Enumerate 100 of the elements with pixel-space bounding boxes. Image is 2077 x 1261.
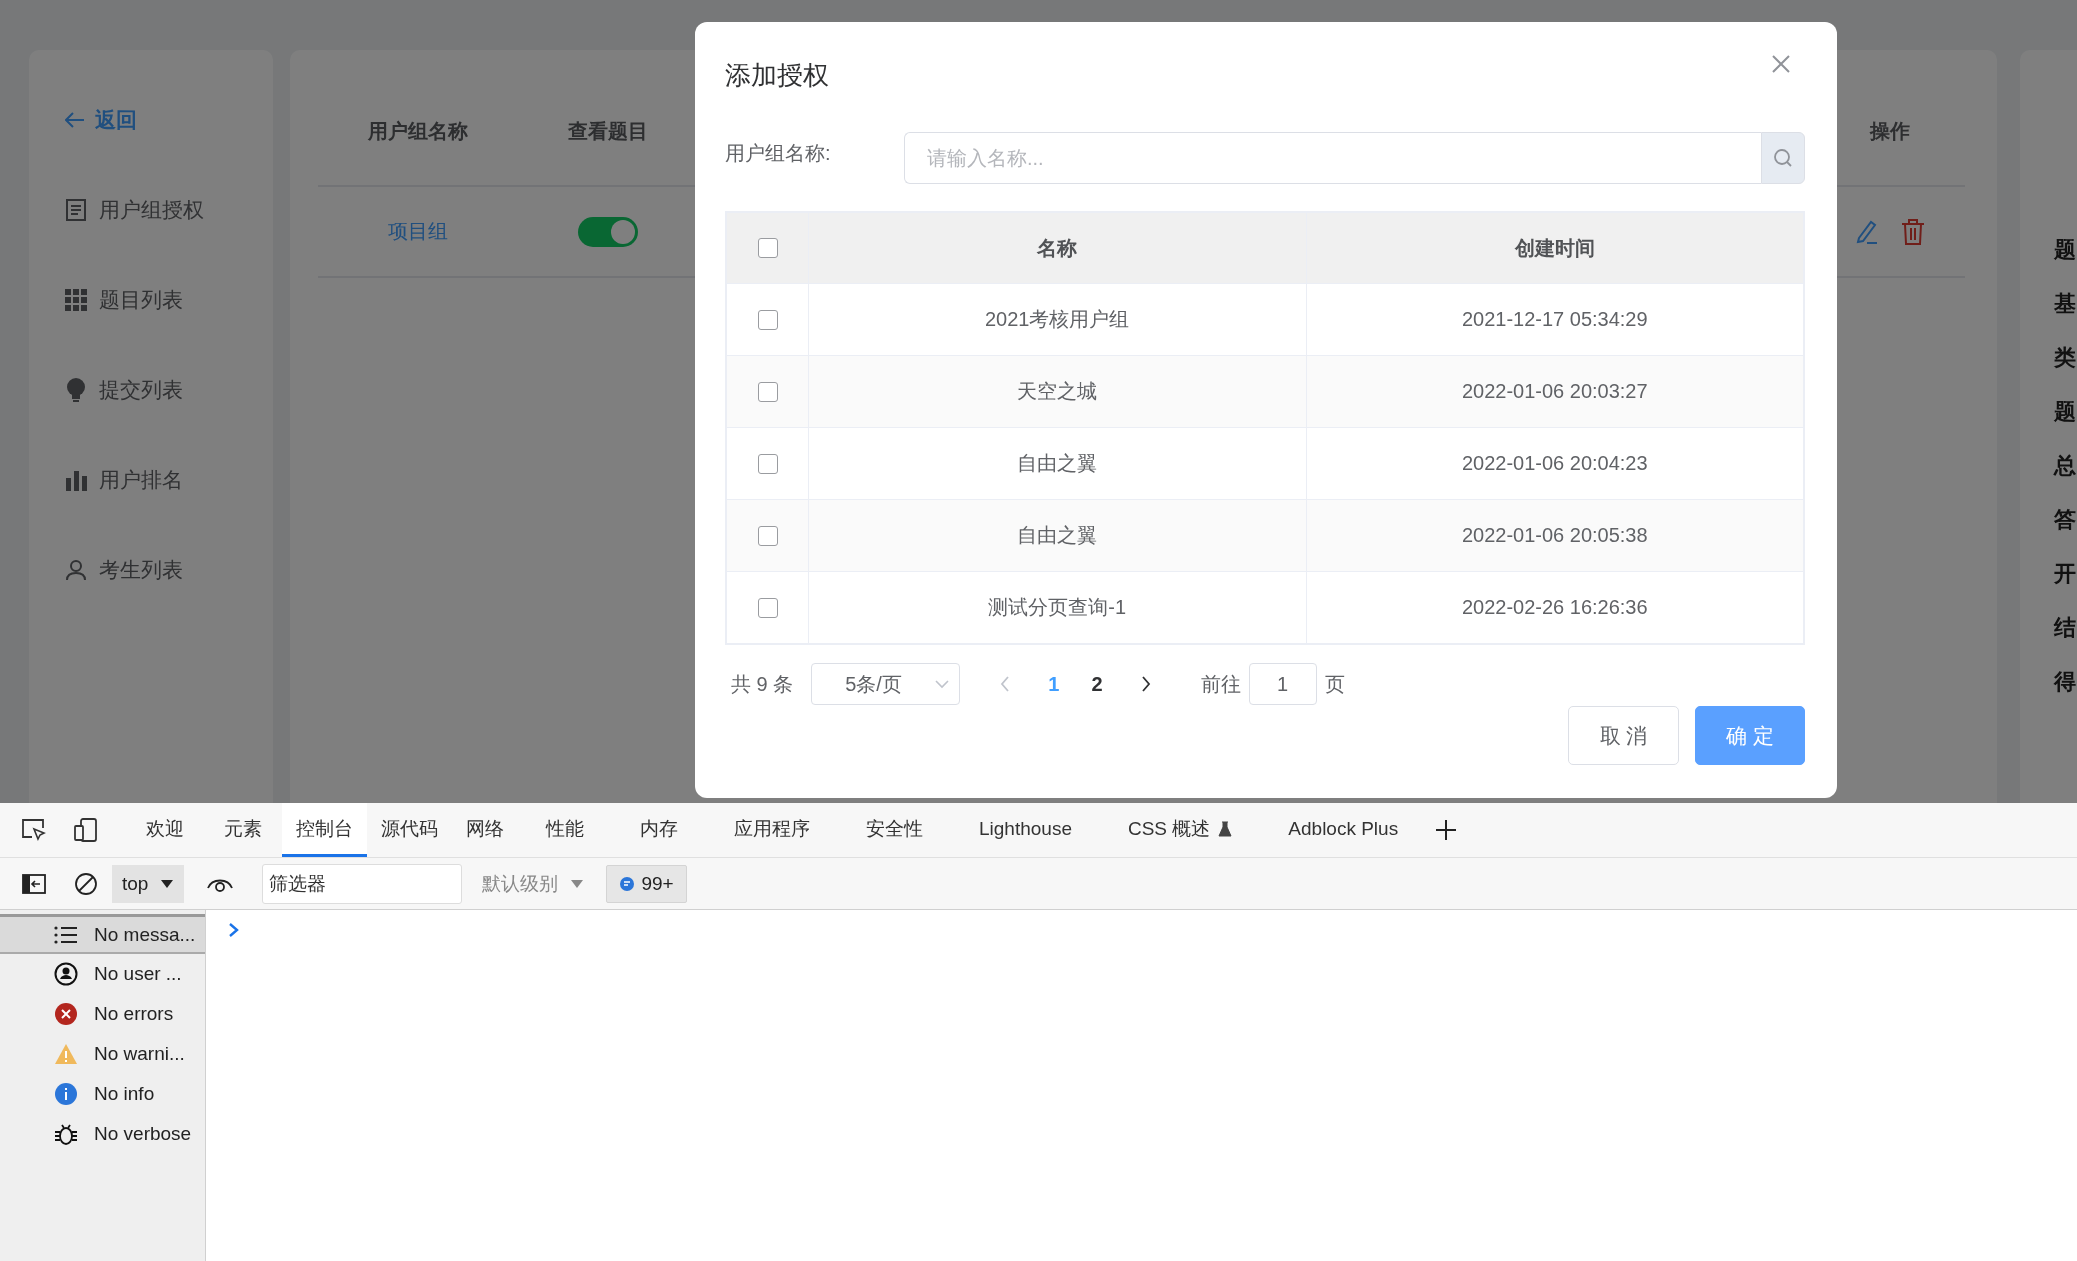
page-size-select[interactable]: 5条/页 (811, 663, 961, 705)
arrow-left-icon (65, 112, 85, 128)
total-count: 共 9 条 (731, 671, 794, 697)
table-cell-text: 2021考核用户组 (985, 307, 1130, 332)
devtools-tab[interactable]: Lighthouse (951, 803, 1100, 857)
grid-icon (65, 289, 87, 311)
column-header: 名称 (1037, 235, 1078, 261)
plus-drawing (1435, 819, 1458, 841)
devtools-tab[interactable]: 网络 (452, 803, 518, 857)
console-filter-item[interactable]: No warni... (0, 1034, 205, 1074)
table-cell: 2022-02-26 16:26:36 (1461, 596, 1648, 619)
page-number[interactable]: 2 (1091, 672, 1103, 696)
warning-icon (54, 1043, 78, 1065)
devtools-tab[interactable]: CSS 概述 (1099, 803, 1261, 857)
search-field[interactable]: 请输入名称... (904, 132, 1761, 184)
detail-label: 得 (2054, 670, 2077, 694)
goto-suffix: 页 (1324, 671, 1345, 697)
checkbox[interactable] (757, 238, 778, 258)
table-cell-text: 自由之翼 (1017, 451, 1098, 476)
devtools-tab[interactable]: 安全性 (838, 803, 951, 857)
console-filter-item[interactable]: No info (0, 1074, 205, 1114)
lightbulb-icon (65, 378, 87, 402)
caret-icon (160, 878, 175, 889)
console-filter-item[interactable]: No messa... (0, 914, 205, 954)
filter-field[interactable]: 筛选器 (262, 863, 463, 904)
devtools-tab[interactable]: Adblock Plus (1260, 803, 1427, 857)
detail-label: 开 (2054, 562, 2077, 586)
chevron-right-icon (1140, 676, 1151, 692)
devtools-tab[interactable]: 性能 (518, 803, 612, 857)
table-cell: 2021-12-17 05:34:29 (1461, 308, 1648, 331)
column-header: 用户组名称 (368, 119, 468, 144)
prompt-icon (228, 922, 240, 938)
goto-label: 前往 (1200, 671, 1241, 697)
column-header: 操作 (1870, 119, 1910, 144)
toggle-switch[interactable] (578, 216, 638, 247)
page-input[interactable]: 1 (1248, 663, 1317, 705)
console-filter-label[interactable]: No info (94, 1083, 155, 1105)
search-button[interactable] (1761, 132, 1805, 184)
close-icon (1771, 54, 1791, 74)
bar-chart-icon (65, 469, 87, 491)
console-filter-label[interactable]: No messa... (94, 923, 196, 946)
table-cell: 2022-01-06 20:05:38 (1461, 524, 1648, 547)
document-icon (65, 199, 87, 221)
list-icon (54, 924, 78, 945)
console-filter-label[interactable]: No user ... (94, 963, 182, 985)
bug-icon (54, 1122, 78, 1146)
detail-label: 题 (2054, 400, 2077, 424)
edit-icon[interactable] (1855, 218, 1879, 245)
sidebar-drawing (22, 873, 46, 894)
caret-icon (570, 878, 585, 889)
checkbox[interactable] (757, 525, 778, 546)
console-filter-item[interactable]: No user ... (0, 954, 205, 994)
checkbox[interactable] (757, 381, 778, 402)
user-icon (65, 559, 87, 581)
console-filter-label[interactable]: No verbose (94, 1123, 192, 1145)
console-filter-label[interactable]: No errors (94, 1003, 174, 1025)
next-page-button[interactable] (1140, 676, 1151, 692)
chevron-down-icon (935, 679, 950, 689)
table-cell: 2022-01-06 20:04:23 (1461, 452, 1648, 475)
checkbox[interactable] (757, 597, 778, 618)
inspect-drawing (21, 818, 47, 842)
column-header: 查看题目 (568, 119, 648, 144)
prev-page-button[interactable] (1000, 676, 1011, 692)
devtools-tab[interactable]: 内存 (612, 803, 706, 857)
console-filter-item[interactable]: No verbose (0, 1114, 205, 1154)
trash-icon[interactable] (1901, 218, 1925, 245)
context-select[interactable]: top (112, 864, 185, 903)
field-label: 用户组名称: (725, 140, 832, 166)
cancel-button[interactable]: 取 消 (1568, 706, 1679, 765)
devtools-tab[interactable]: 元素 (204, 803, 282, 857)
checkbox[interactable] (757, 309, 778, 330)
column-header: 创建时间 (1514, 235, 1595, 261)
user-circle-icon (54, 962, 78, 986)
detail-label: 类 (2054, 346, 2077, 370)
table-cell-text: 测试分页查询-1 (988, 595, 1127, 620)
detail-label: 总 (2054, 454, 2077, 478)
device-drawing (74, 818, 98, 842)
detail-label: 答 (2054, 508, 2077, 532)
info-icon (54, 1082, 78, 1106)
chevron-left-icon (1000, 676, 1011, 692)
dialog-title: 添加授权 (725, 58, 829, 92)
table-cell: 2022-01-06 20:03:27 (1461, 380, 1648, 403)
devtools-tab[interactable]: 欢迎 (126, 803, 204, 857)
error-icon (54, 1002, 78, 1026)
devtools-tab[interactable]: 源代码 (367, 803, 452, 857)
devtools-tab[interactable]: 应用程序 (706, 803, 838, 857)
detail-label: 基 (2054, 292, 2077, 316)
console-filter-item[interactable]: No errors (0, 994, 205, 1034)
clear-drawing (74, 871, 98, 896)
detail-label: 题 (2054, 238, 2077, 262)
search-icon (1773, 148, 1793, 168)
table-cell-text: 天空之城 (1017, 379, 1098, 404)
table-cell-text: 自由之翼 (1017, 523, 1098, 548)
issues-badge[interactable]: 99+ (606, 864, 687, 903)
devtools-tab[interactable]: 控制台 (282, 803, 367, 857)
console-filter-label[interactable]: No warni... (94, 1043, 185, 1065)
message-icon (619, 875, 636, 892)
checkbox[interactable] (757, 453, 778, 474)
flask-icon (1218, 820, 1233, 837)
detail-label: 结 (2054, 616, 2077, 640)
